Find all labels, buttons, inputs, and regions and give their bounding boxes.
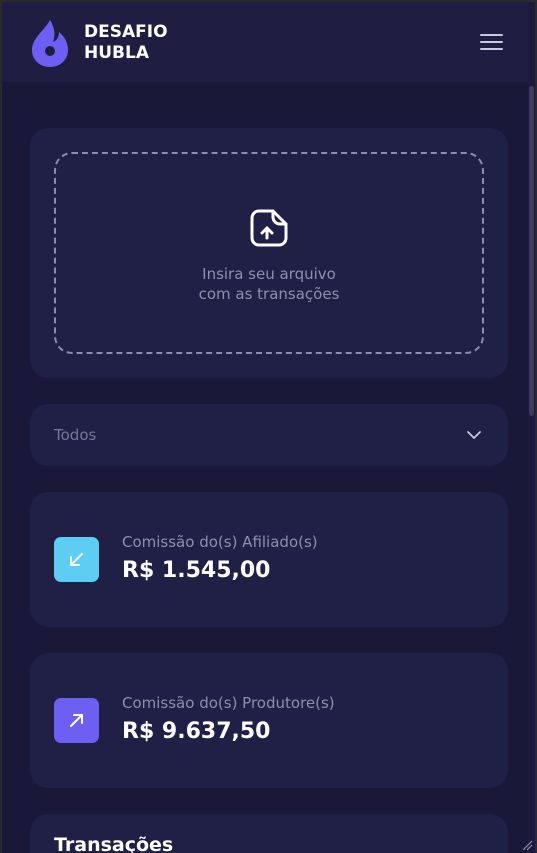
file-dropzone[interactable]: Insira seu arquivo com as transações xyxy=(54,152,484,354)
file-upload-icon xyxy=(250,209,288,247)
chevron-down-icon xyxy=(467,431,481,439)
upload-card: Insira seu arquivo com as transações xyxy=(30,128,508,378)
producer-commission-label: Comissão do(s) Produtore(s) xyxy=(122,694,335,712)
upload-text-line-1: Insira seu arquivo xyxy=(202,265,336,283)
hamburger-menu-icon[interactable] xyxy=(478,32,504,52)
transactions-title: Transações xyxy=(54,834,174,853)
brand-name: DESAFIO HUBLA xyxy=(84,22,168,64)
resize-grip-icon[interactable] xyxy=(520,838,533,851)
brand-line-2: HUBLA xyxy=(84,43,149,63)
affiliate-commission-label: Comissão do(s) Afiliado(s) xyxy=(122,533,318,551)
filter-selected-value: Todos xyxy=(54,426,97,444)
transactions-card: Transações xyxy=(30,814,508,853)
filter-select[interactable]: Todos xyxy=(30,404,508,466)
producer-commission-card: Comissão do(s) Produtore(s) R$ 9.637,50 xyxy=(30,653,508,788)
scrollbar-thumb[interactable] xyxy=(529,86,534,416)
arrow-up-right-icon xyxy=(54,698,99,743)
top-header: DESAFIO HUBLA xyxy=(2,2,535,82)
brand-line-1: DESAFIO xyxy=(84,22,168,42)
affiliate-commission-card: Comissão do(s) Afiliado(s) R$ 1.545,00 xyxy=(30,492,508,627)
upload-text-line-2: com as transações xyxy=(198,285,340,303)
producer-commission-value: R$ 9.637,50 xyxy=(122,719,271,744)
app-window: DESAFIO HUBLA Insira seu arquivo com as … xyxy=(2,2,535,853)
arrow-down-left-icon xyxy=(54,537,99,582)
flame-logo-icon xyxy=(32,20,68,67)
upload-instructions: Insira seu arquivo com as transações xyxy=(56,264,482,304)
affiliate-commission-value: R$ 1.545,00 xyxy=(122,558,271,583)
